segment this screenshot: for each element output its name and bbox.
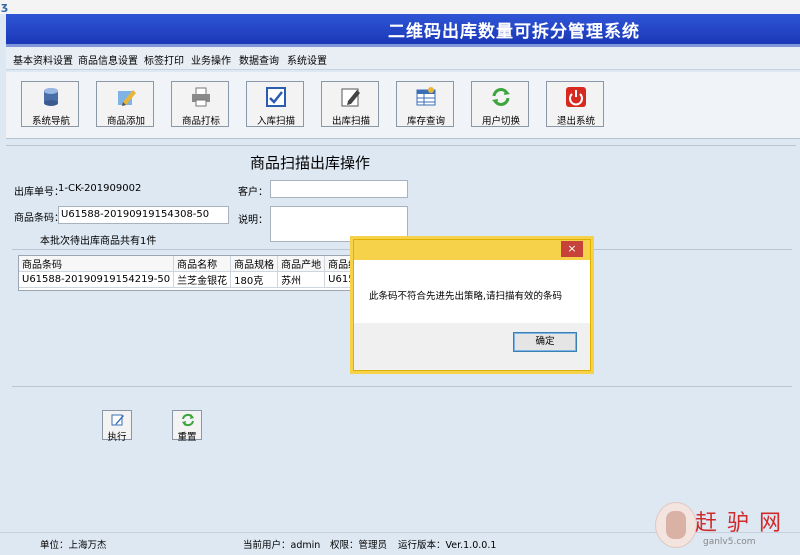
toolbar-label-product-button[interactable]: 商品打标: [171, 81, 229, 127]
execute-button[interactable]: 执行: [102, 410, 132, 443]
toolbar-exit-button[interactable]: 退出系统: [546, 81, 604, 127]
table-cell: 苏州: [277, 271, 326, 288]
dialog-titlebar: [354, 240, 590, 260]
watermark: 赶驴网 ganlv5.com: [655, 502, 795, 552]
menu-item-basic-settings[interactable]: 基本资料设置: [13, 52, 73, 67]
database-icon: [44, 88, 58, 106]
table-cell: U61588-20190919154219-50: [19, 271, 175, 288]
menu-item-product-settings[interactable]: 商品信息设置: [78, 52, 138, 67]
column-header[interactable]: 商品条码: [19, 256, 175, 272]
product-table: 商品条码 商品名称 商品规格 商品产地 商品编码 包 U61588-201909…: [19, 256, 364, 288]
dialog-close-button[interactable]: ×: [561, 241, 583, 257]
error-dialog: × 此条码不符合先进先出策略,请扫描有效的条码 确定: [353, 239, 591, 371]
column-header[interactable]: 商品名称: [173, 256, 232, 272]
reset-label: 重置: [177, 432, 197, 443]
status-unit: 单位：上海万杰: [40, 540, 107, 551]
menu-item-business[interactable]: 业务操作: [191, 52, 231, 67]
menu-item-data-query[interactable]: 数据查询: [239, 52, 279, 67]
toolbar-label: 退出系统: [556, 116, 595, 127]
printer-icon: [192, 87, 210, 107]
pencil-icon: [118, 90, 136, 106]
toolbar-add-product-button[interactable]: 商品添加: [96, 81, 154, 127]
execute-label: 执行: [107, 432, 127, 443]
app-icon: ʒ: [1, 0, 9, 13]
barcode-input[interactable]: U61588-20190919154308-50: [58, 206, 229, 224]
execute-icon: [111, 414, 124, 426]
product-grid[interactable]: 商品条码 商品名称 商品规格 商品产地 商品编码 包 U61588-201909…: [18, 255, 365, 291]
watermark-url: ganlv5.com: [703, 537, 756, 547]
toolbar-label: 出库扫描: [331, 116, 370, 127]
batch-summary: 本批次待出库商品共有1件: [40, 236, 157, 247]
window-titlebar: ʒ: [0, 0, 800, 14]
table-cell: 兰芝金银花: [173, 271, 232, 288]
page-heading: 商品扫描出库操作: [250, 154, 371, 172]
watermark-title: 赶驴网: [695, 511, 792, 536]
divider: [6, 145, 796, 146]
table-cell: 180克: [230, 271, 279, 288]
customer-input[interactable]: [270, 180, 408, 198]
edit-icon: [341, 88, 360, 107]
customer-label: 客户：: [238, 187, 268, 198]
toolbar: 系统导航 商品添加 商品打标 入库扫描 出库扫描 库存查询 用户切换 退出系统: [6, 72, 800, 139]
order-no-label: 出库单号：: [14, 187, 64, 198]
barcode-label: 商品条码：: [14, 213, 64, 224]
dialog-ok-button[interactable]: 确定: [513, 332, 577, 352]
status-role: 权限：管理员: [330, 540, 388, 551]
toolbar-inventory-query-button[interactable]: 库存查询: [396, 81, 454, 127]
toolbar-label: 入库扫描: [256, 116, 295, 127]
note-textarea[interactable]: [270, 206, 408, 242]
order-no-value: 1-CK-201909002: [58, 183, 142, 194]
table-row[interactable]: U61588-20190919154219-50 兰芝金银花 180克 苏州 U…: [19, 271, 364, 288]
menu-bar: 基本资料设置 商品信息设置 标签打印 业务操作 数据查询 系统设置: [6, 47, 800, 70]
note-label: 说明：: [238, 215, 268, 226]
table-header-row: 商品条码 商品名称 商品规格 商品产地 商品编码 包: [19, 256, 364, 272]
toolbar-label: 库存查询: [406, 116, 445, 127]
toolbar-inbound-scan-button[interactable]: 入库扫描: [246, 81, 304, 127]
toolbar-label: 商品添加: [106, 116, 145, 127]
dialog-body: 此条码不符合先进先出策略,请扫描有效的条码: [354, 260, 590, 323]
reset-button[interactable]: 重置: [172, 410, 202, 443]
toolbar-outbound-scan-button[interactable]: 出库扫描: [321, 81, 379, 127]
app-banner: 二维码出库数量可拆分管理系统: [6, 14, 800, 47]
divider: [12, 386, 792, 387]
toolbar-label: 用户切换: [481, 116, 520, 127]
app-title: 二维码出库数量可拆分管理系统: [388, 22, 640, 42]
power-icon: [566, 87, 586, 107]
toolbar-switch-user-button[interactable]: 用户切换: [471, 81, 529, 127]
toolbar-label: 系统导航: [31, 116, 70, 127]
refresh-icon: [182, 413, 194, 427]
menu-item-system-settings[interactable]: 系统设置: [287, 52, 327, 67]
menu-item-label-print[interactable]: 标签打印: [144, 52, 184, 67]
watermark-logo: [655, 502, 697, 548]
toolbar-label: 商品打标: [181, 116, 220, 127]
column-header[interactable]: 商品规格: [230, 256, 279, 272]
toolbar-system-nav-button[interactable]: 系统导航: [21, 81, 79, 127]
dialog-message: 此条码不符合先进先出策略,请扫描有效的条码: [369, 291, 563, 302]
status-version: 运行版本：Ver.1.0.0.1: [398, 540, 497, 551]
check-box-icon: [266, 87, 286, 107]
refresh-icon: [492, 88, 510, 106]
status-user: 当前用户：admin: [243, 540, 321, 551]
table-icon: [416, 87, 436, 106]
column-header[interactable]: 商品产地: [277, 256, 326, 272]
